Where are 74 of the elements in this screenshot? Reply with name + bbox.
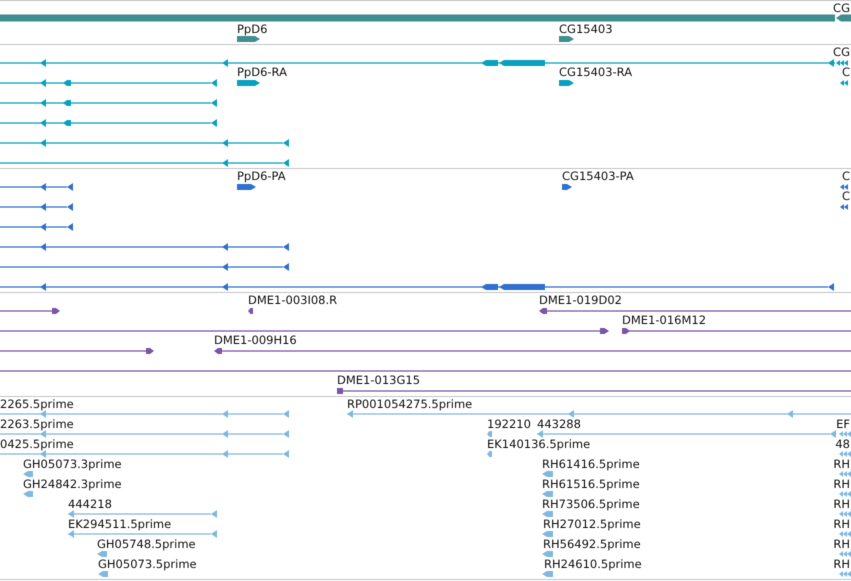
feature-label[interactable]: 443288 <box>537 417 581 431</box>
clone-glyph <box>248 308 253 314</box>
feature-label[interactable]: RH61516.5prime <box>542 477 640 491</box>
feature-label[interactable]: C <box>842 169 850 183</box>
feature-label[interactable]: C <box>842 189 850 203</box>
feature-label[interactable]: DME1-013G15 <box>337 373 420 387</box>
feature-label[interactable]: RH56492.5prime <box>543 537 641 551</box>
feature-label[interactable]: EK140136.5prime <box>487 437 590 451</box>
est-glyph <box>542 511 553 517</box>
feature-label[interactable]: CG <box>833 1 850 15</box>
cds-glyph <box>237 184 256 190</box>
est-glyph <box>487 451 492 457</box>
est-glyph <box>542 551 553 557</box>
feature-label[interactable]: 48 <box>835 437 850 451</box>
est-glyph <box>839 571 851 577</box>
feature-label[interactable]: DME1-019D02 <box>539 293 622 307</box>
feature-label[interactable]: 444218 <box>68 497 112 511</box>
est-glyph <box>839 431 851 437</box>
feature-label[interactable]: RP001054275.5prime <box>347 397 472 411</box>
feature-label[interactable]: PpD6-RA <box>237 65 287 79</box>
feature-label[interactable]: PpD6 <box>237 22 268 36</box>
feature-label[interactable]: 192210 <box>487 417 531 431</box>
feature-label[interactable]: GH05073.5prime <box>98 557 197 571</box>
cds-glyph <box>840 184 848 190</box>
feature-label[interactable]: DME1-016M12 <box>622 313 706 327</box>
feature-label[interactable]: CG15403-PA <box>562 169 634 183</box>
est-glyph <box>97 551 107 557</box>
feature-label[interactable]: GH24842.3prime <box>23 477 122 491</box>
feature-label[interactable]: RH <box>833 557 850 571</box>
est-glyph <box>839 451 851 457</box>
transcript-glyph <box>559 80 574 86</box>
feature-label[interactable]: RH73506.5prime <box>542 497 640 511</box>
est-glyph <box>542 471 553 477</box>
est-glyph <box>23 471 33 477</box>
feature-label[interactable]: CG15403 <box>559 22 613 36</box>
est-glyph <box>487 431 492 437</box>
cds-glyph <box>840 204 848 210</box>
feature-label[interactable]: DME1-003I08.R <box>248 293 338 307</box>
est-glyph <box>98 571 108 577</box>
est-glyph <box>839 471 851 477</box>
gene-glyph <box>559 36 574 42</box>
est-glyph <box>542 531 553 537</box>
feature-label[interactable]: DME1-009H16 <box>214 333 297 347</box>
est-glyph <box>23 491 33 497</box>
feature-label[interactable]: RH <box>833 477 850 491</box>
clone-glyph <box>0 308 60 314</box>
feature-label[interactable]: C <box>842 65 850 79</box>
feature-label[interactable]: 0425.5prime <box>0 437 74 451</box>
feature-label[interactable]: RH27012.5prime <box>543 517 641 531</box>
feature-label[interactable]: 2263.5prime <box>0 417 74 431</box>
cds-glyph <box>562 184 572 190</box>
est-glyph <box>542 571 553 577</box>
est-glyph <box>542 491 553 497</box>
feature-label[interactable]: CG15403-RA <box>559 65 632 79</box>
transcript-glyph <box>237 80 260 86</box>
feature-label[interactable]: RH <box>833 537 850 551</box>
feature-label[interactable]: GH05073.3prime <box>23 457 122 471</box>
est-glyph <box>839 511 851 517</box>
feature-label[interactable]: EF <box>836 417 850 431</box>
transcript-glyph <box>840 80 848 86</box>
feature-label[interactable]: EK294511.5prime <box>68 517 172 531</box>
est-glyph <box>839 531 851 537</box>
feature-label[interactable]: RH <box>833 517 850 531</box>
feature-label[interactable]: CG <box>833 45 850 59</box>
feature-label[interactable]: PpD6-PA <box>237 169 286 183</box>
feature-label[interactable]: 2265.5prime <box>0 397 74 411</box>
est-glyph <box>839 491 851 497</box>
feature-label[interactable]: RH <box>833 497 850 511</box>
est-glyph <box>839 551 851 557</box>
feature-label[interactable]: RH24610.5prime <box>544 557 642 571</box>
feature-label[interactable]: GH05748.5prime <box>97 537 196 551</box>
feature-label[interactable]: RH <box>833 457 850 471</box>
gene-glyph <box>237 36 260 42</box>
feature-label[interactable]: RH61416.5prime <box>542 457 640 471</box>
